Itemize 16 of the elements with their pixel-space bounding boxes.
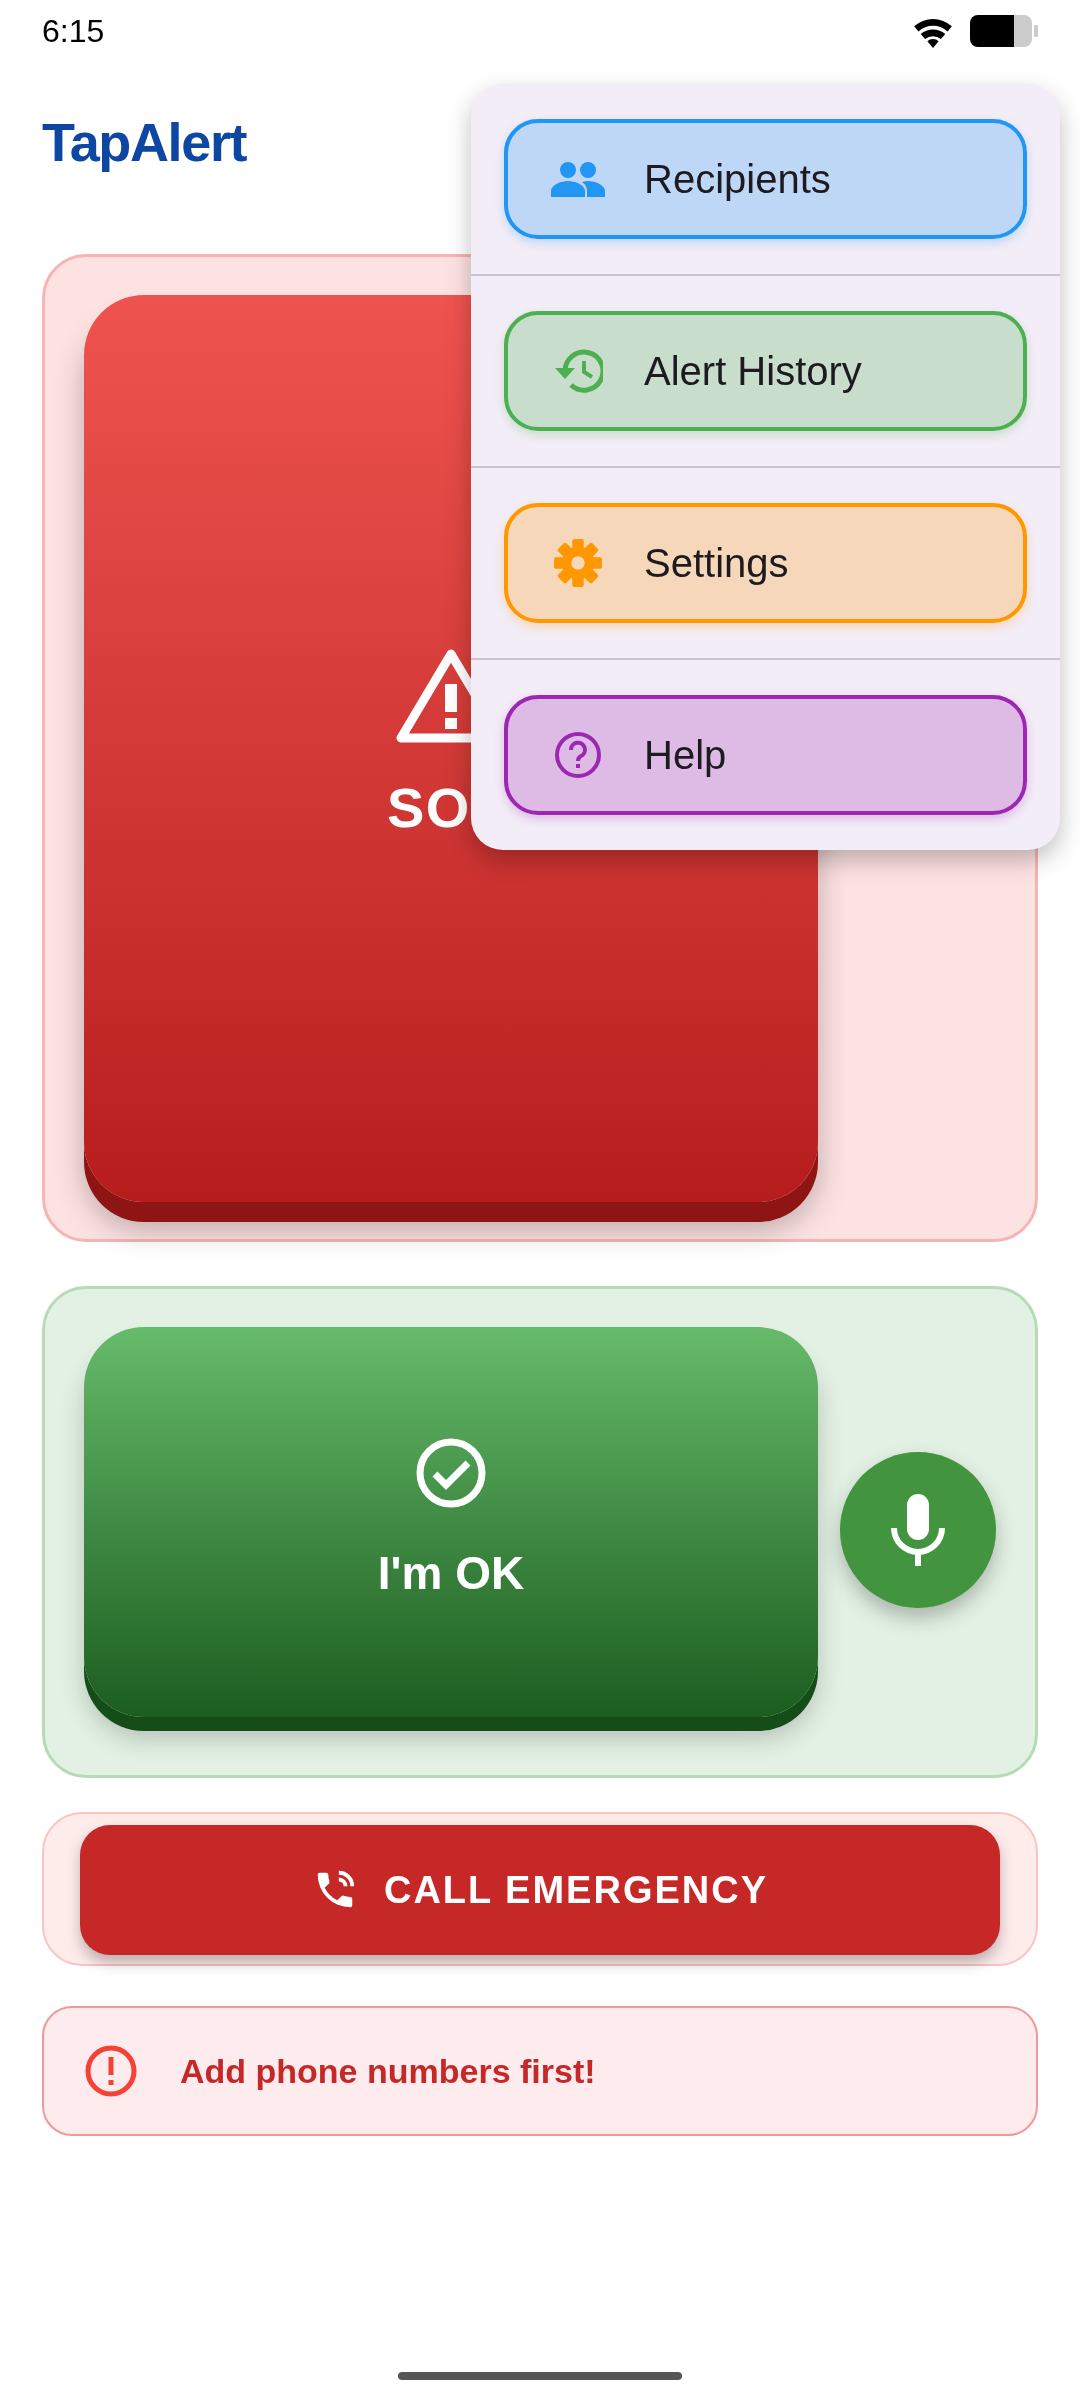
microphone-icon [890, 1494, 946, 1566]
error-icon [84, 2044, 138, 2098]
menu-item[interactable]: Recipients [504, 119, 1027, 239]
check-circle-icon [415, 1436, 487, 1509]
menu-item[interactable]: Help [504, 695, 1027, 815]
people-icon [551, 161, 605, 197]
status-time: 6:15 [42, 12, 105, 51]
menu-item[interactable]: Settings [504, 503, 1027, 623]
menu-item[interactable]: Alert History [504, 311, 1027, 431]
gear-icon [554, 539, 602, 587]
warning-text: Add phone numbers first! [180, 2050, 596, 2092]
help-icon [553, 730, 603, 780]
battery-icon [970, 14, 1038, 48]
call-emergency-button[interactable]: CALL EMERGENCY [80, 1825, 1000, 1955]
app-title: TapAlert [42, 112, 247, 172]
history-icon [553, 348, 603, 394]
